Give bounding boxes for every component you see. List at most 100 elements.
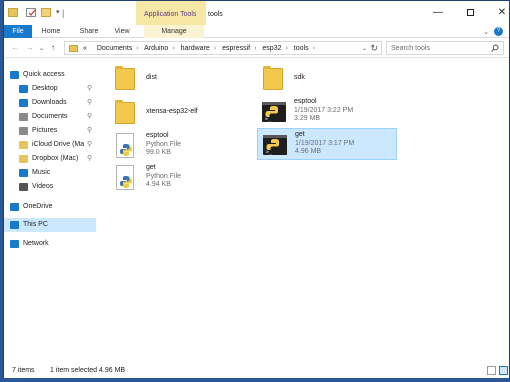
sidebar-item-label: Pictures: [32, 127, 58, 134]
window-title: tools: [208, 11, 223, 18]
breadcrumb-item[interactable]: Documents: [97, 45, 132, 52]
sidebar-item-label: Desktop: [32, 85, 58, 92]
file-list: dist sdk xtensa-esp32-elf >_ esptool 1/19/201…: [99, 58, 503, 363]
breadcrumb-item[interactable]: espressif: [222, 45, 250, 52]
sidebar-item-quick-access[interactable]: Quick access: [4, 68, 96, 82]
chevron-right-icon: ›: [213, 45, 217, 52]
chevron-right-icon: ›: [172, 45, 175, 52]
help-icon[interactable]: ?: [494, 27, 503, 36]
file-name: get: [146, 164, 156, 171]
documents-icon: [19, 113, 28, 121]
file-name: esptool: [294, 98, 317, 105]
ribbon-tabs: File Home Share View Manage ⌄ ?: [4, 25, 509, 38]
cloud-icon: [10, 203, 19, 211]
breadcrumb-overflow[interactable]: «: [83, 45, 87, 52]
pin-icon: ⚲: [87, 113, 93, 120]
file-name: dist: [146, 74, 157, 81]
expand-ribbon-icon[interactable]: ⌄: [483, 28, 489, 36]
download-icon: [19, 99, 28, 107]
navigation-bar: ← → ⌄ ↑ « Documents › Arduino › hardware › …: [4, 38, 509, 58]
explorer-window: ▾ | Application Tools tools — ✕ File Hom…: [3, 0, 510, 378]
file-meta: 1/19/2017 3:22 PM 3.29 MB: [294, 107, 353, 123]
breadcrumb-item[interactable]: tools: [294, 45, 309, 52]
sidebar-item-label: Downloads: [32, 99, 67, 106]
python-file-icon: [113, 164, 137, 192]
forward-button[interactable]: →: [26, 43, 34, 52]
svg-text:>_: >_: [265, 117, 272, 123]
file-name: get: [295, 131, 305, 138]
file-name: sdk: [294, 74, 305, 81]
sidebar-item-pictures[interactable]: Pictures ⚲: [4, 124, 96, 138]
tab-share[interactable]: Share: [76, 25, 102, 38]
breadcrumb-item[interactable]: esp32: [262, 45, 281, 52]
file-meta: 1/19/2017 3:17 PM 4.96 MB: [295, 140, 354, 156]
tab-view[interactable]: View: [111, 25, 133, 38]
file-item-get-python[interactable]: get Python File 4.94 KB: [109, 162, 249, 194]
sidebar-item-documents[interactable]: Documents ⚲: [4, 110, 96, 124]
sidebar-item-label: Quick access: [23, 71, 65, 78]
search-placeholder: Search tools: [391, 45, 430, 52]
svg-text:>_: >_: [266, 150, 273, 156]
maximize-button[interactable]: [456, 5, 484, 21]
sidebar-item-music[interactable]: Music: [4, 166, 96, 180]
search-input[interactable]: Search tools: [386, 41, 504, 55]
tab-home[interactable]: Home: [40, 25, 62, 38]
python-executable-icon: >_: [261, 98, 286, 126]
sidebar-item-onedrive[interactable]: OneDrive: [4, 200, 96, 214]
close-button[interactable]: ✕: [488, 5, 510, 21]
title-bar: ▾ | Application Tools tools — ✕: [4, 1, 509, 25]
videos-icon: [19, 183, 28, 191]
address-bar[interactable]: « Documents › Arduino › hardware › espressi…: [64, 41, 382, 55]
customize-toolbar-icon[interactable]: ▾: [56, 8, 60, 16]
address-dropdown-icon[interactable]: ⌄: [362, 45, 367, 52]
breadcrumb-item[interactable]: Arduino: [144, 45, 168, 52]
tab-file[interactable]: File: [4, 25, 32, 38]
sidebar-item-this-pc[interactable]: This PC: [4, 218, 96, 232]
folder-icon: [261, 64, 285, 92]
maximize-icon: [466, 8, 474, 16]
tab-manage[interactable]: Manage: [144, 25, 204, 38]
recent-locations-button[interactable]: ⌄: [39, 45, 44, 52]
file-item-xtensa-esp32-elf-folder[interactable]: xtensa-esp32-elf: [109, 96, 249, 128]
folder-icon: [8, 8, 18, 17]
sidebar-item-desktop[interactable]: Desktop ⚲: [4, 82, 96, 96]
file-type-or-date: Python File: [146, 141, 182, 148]
chevron-right-icon: ›: [254, 45, 257, 52]
breadcrumb-item[interactable]: hardware: [181, 45, 210, 52]
sidebar-item-videos[interactable]: Videos: [4, 180, 96, 194]
back-button[interactable]: ←: [11, 43, 19, 52]
sidebar-item-label: Documents: [32, 113, 68, 120]
navigation-pane: Quick access Desktop ⚲ Downloads ⚲ Documents ⚲…: [4, 58, 96, 363]
properties-icon[interactable]: [26, 8, 36, 17]
file-item-esptool-exe[interactable]: >_ esptool 1/19/2017 3:22 PM 3.29 MB: [257, 96, 397, 128]
sidebar-item-icloud-drive-ma[interactable]: iCloud Drive (Ma ⚲: [4, 138, 96, 152]
file-name: xtensa-esp32-elf: [146, 108, 198, 115]
folder-icon: [113, 64, 137, 92]
file-item-sdk-folder[interactable]: sdk: [257, 62, 397, 94]
divider: |: [62, 8, 65, 18]
minimize-button[interactable]: —: [424, 5, 452, 21]
pin-icon: ⚲: [87, 155, 93, 162]
file-type-or-date: 1/19/2017 3:22 PM: [294, 107, 354, 114]
sidebar-item-network[interactable]: Network: [4, 237, 96, 251]
details-view-button[interactable]: [487, 366, 496, 375]
sidebar-item-label: OneDrive: [23, 203, 53, 210]
file-meta: Python File 4.94 KB: [146, 173, 181, 189]
file-name: esptool: [146, 132, 169, 139]
sidebar-item-label: Network: [23, 240, 49, 247]
refresh-icon[interactable]: ↻: [370, 43, 378, 54]
file-item-dist-folder[interactable]: dist: [109, 62, 249, 94]
new-folder-icon[interactable]: [41, 8, 51, 17]
file-item-esptool-python[interactable]: esptool Python File 99.0 KB: [109, 130, 249, 162]
star-icon: [10, 71, 19, 79]
folder-icon: [69, 45, 78, 52]
up-button[interactable]: ↑: [51, 43, 55, 52]
chevron-right-icon: ›: [312, 45, 315, 52]
sidebar-item-downloads[interactable]: Downloads ⚲: [4, 96, 96, 110]
file-size: 3.29 MB: [294, 115, 321, 122]
large-icons-view-button[interactable]: [499, 366, 508, 375]
sidebar-item-dropbox-mac[interactable]: Dropbox (Mac) ⚲: [4, 152, 96, 166]
breadcrumb: « Documents › Arduino › hardware › espressi…: [83, 45, 319, 52]
folder-icon: [19, 155, 28, 163]
file-item-get-exe[interactable]: >_ get 1/19/2017 3:17 PM 4.96 MB: [257, 128, 397, 160]
